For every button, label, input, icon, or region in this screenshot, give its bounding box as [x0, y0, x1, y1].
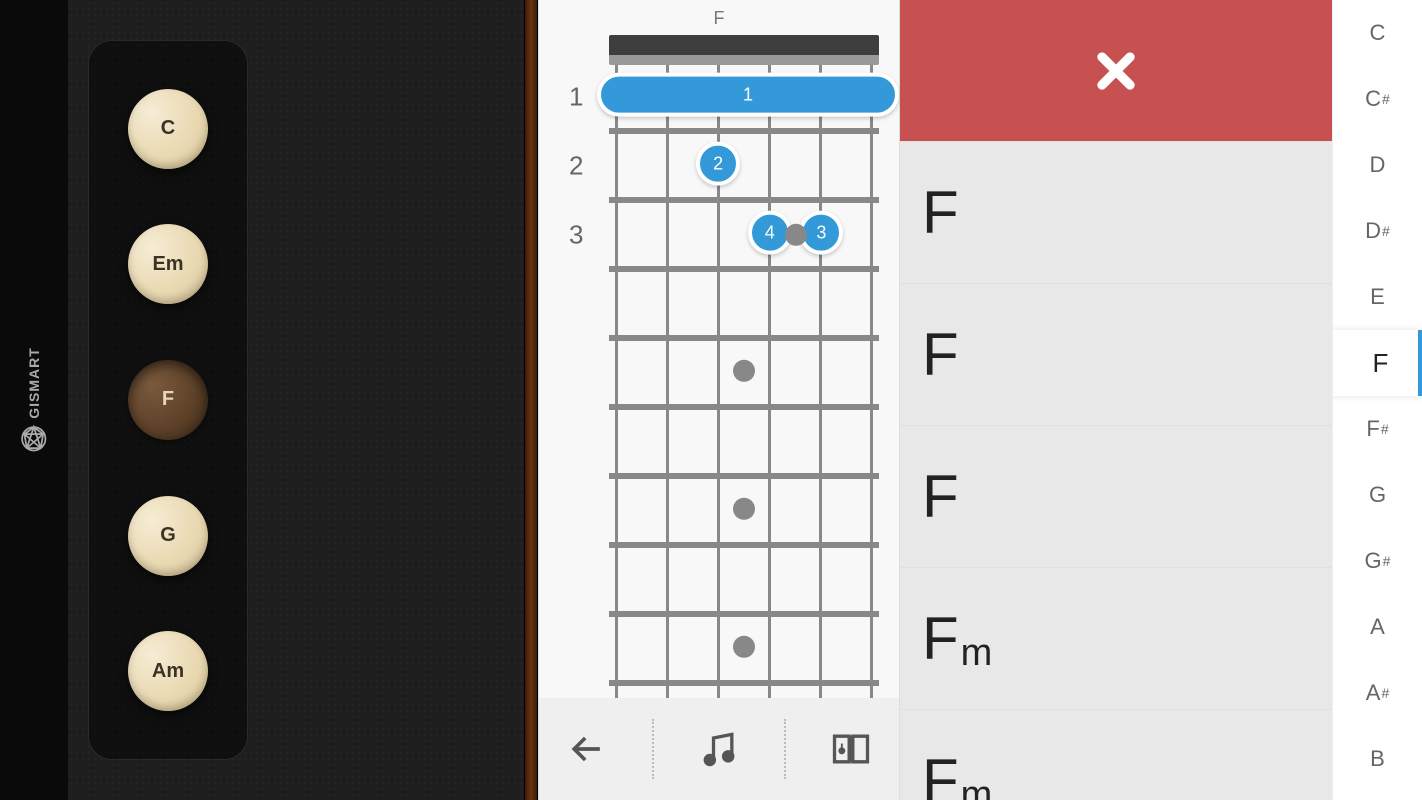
fret-2: 2 [609, 134, 879, 203]
brand-strip: GISMART [0, 0, 68, 800]
root-note-F[interactable]: F [1332, 330, 1422, 396]
chord-type-item[interactable]: Fm [900, 568, 1332, 710]
chord-button-g[interactable]: G [128, 496, 208, 576]
chord-type-item[interactable]: Fm [900, 710, 1332, 800]
root-note-Dsharp[interactable]: D# [1333, 198, 1422, 264]
music-notes-button[interactable] [689, 719, 749, 779]
inlay-dot [733, 635, 755, 657]
root-note-A[interactable]: A [1333, 594, 1422, 660]
root-note-D[interactable]: D [1333, 132, 1422, 198]
chord-button-f[interactable]: F [128, 360, 208, 440]
fret-4 [609, 272, 879, 341]
back-button[interactable] [557, 719, 617, 779]
bottom-toolbar [539, 698, 899, 800]
root-note-panel[interactable]: CC#DD#EFF#GG#AA#B [1332, 0, 1422, 800]
fret-6 [609, 410, 879, 479]
finger-shadow-dot [785, 224, 807, 246]
inlay-dot [733, 359, 755, 381]
guitar-body-edge [524, 0, 538, 800]
fretboard: 1231234 [559, 35, 879, 755]
chord-button-am[interactable]: Am [128, 631, 208, 711]
root-note-E[interactable]: E [1333, 264, 1422, 330]
left-panel: GISMART C Em FG Am [0, 0, 538, 800]
chord-type-item[interactable]: F [900, 426, 1332, 568]
barre-finger: 1 [597, 73, 899, 117]
close-chord-type-button[interactable] [900, 0, 1332, 142]
root-note-Asharp[interactable]: A# [1333, 660, 1422, 726]
chord-title: F [714, 8, 725, 29]
chord-button-c[interactable]: C [128, 89, 208, 169]
fretboard-nut [609, 35, 879, 65]
music-notes-icon [697, 727, 741, 771]
fret-label: 2 [569, 150, 583, 181]
root-note-C[interactable]: C [1333, 0, 1422, 66]
fret-9 [609, 617, 879, 686]
chord-book-icon [829, 727, 873, 771]
root-note-Gsharp[interactable]: G# [1333, 528, 1422, 594]
chord-book-button[interactable] [821, 719, 881, 779]
root-note-Csharp[interactable]: C# [1333, 66, 1422, 132]
chord-type-item[interactable]: F [900, 284, 1332, 426]
brand-logo-icon [20, 425, 48, 453]
close-icon [1088, 43, 1144, 99]
chord-type-item[interactable]: F [900, 142, 1332, 284]
root-note-Fsharp[interactable]: F# [1333, 396, 1422, 462]
fret-5 [609, 341, 879, 410]
chord-button-em[interactable]: Em [128, 224, 208, 304]
fret-label: 1 [569, 81, 583, 112]
brand-label: GISMART [20, 347, 48, 453]
chord-button-tray: C Em FG Am [88, 40, 248, 760]
fret-label: 3 [569, 219, 583, 250]
root-note-B[interactable]: B [1333, 726, 1422, 792]
fretboard-panel: F 1231234 [538, 0, 900, 800]
inlay-dot [733, 497, 755, 519]
fret-grid: 1231234 [609, 65, 879, 755]
back-arrow-icon [565, 727, 609, 771]
finger-marker: 2 [696, 142, 740, 186]
fret-8 [609, 548, 879, 617]
chord-type-panel[interactable]: FFFFmFm [900, 0, 1332, 800]
fret-7 [609, 479, 879, 548]
chalkboard-area: C Em FG Am [68, 0, 524, 800]
root-note-G[interactable]: G [1333, 462, 1422, 528]
